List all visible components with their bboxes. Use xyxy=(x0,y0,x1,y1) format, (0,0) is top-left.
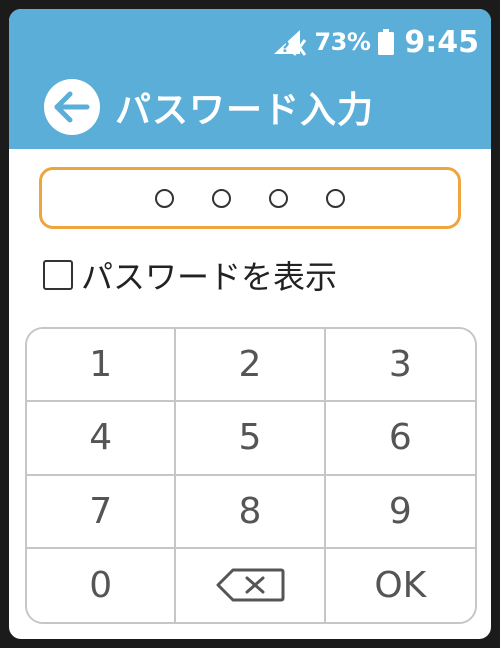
key-label: 8 xyxy=(238,490,262,532)
show-password-label: パスワードを表示 xyxy=(81,258,338,296)
password-mask-dot xyxy=(155,188,174,208)
svg-text:?: ? xyxy=(281,38,290,56)
password-mask-dot xyxy=(326,188,345,208)
key-label: 0 xyxy=(89,564,113,606)
password-mask-dot xyxy=(212,188,231,208)
key-3[interactable]: 3 xyxy=(325,329,475,403)
clock-time: 9:45 xyxy=(404,24,479,60)
battery-icon xyxy=(378,29,395,55)
backspace-key[interactable] xyxy=(176,548,326,622)
status-bar: ? 73% 9:45 xyxy=(272,24,479,60)
back-arrow-icon[interactable] xyxy=(43,78,101,136)
key-label: OK xyxy=(374,564,427,606)
battery-percent: 73% xyxy=(314,28,371,56)
key-2[interactable]: 2 xyxy=(176,329,326,403)
key-5[interactable]: 5 xyxy=(176,402,326,476)
key-6[interactable]: 6 xyxy=(325,402,475,476)
key-label: 1 xyxy=(89,344,113,386)
key-7[interactable]: 7 xyxy=(27,475,177,549)
key-4[interactable]: 4 xyxy=(27,402,177,476)
key-label: 3 xyxy=(388,344,412,386)
key-0[interactable]: 0 xyxy=(27,548,177,622)
key-label: 7 xyxy=(89,490,113,532)
key-label: 2 xyxy=(238,344,262,386)
backspace-icon xyxy=(216,568,285,602)
ok-key[interactable]: OK xyxy=(325,548,475,622)
device-screen: ? 73% 9:45 パスワード入力 パスワードを表示 1 2 3 4 5 6 7 8 9 0 OK xyxy=(9,9,491,639)
page-title: パスワード入力 xyxy=(115,90,375,131)
key-8[interactable]: 8 xyxy=(176,475,326,549)
key-label: 9 xyxy=(388,490,412,532)
password-mask-dot xyxy=(269,188,288,208)
header-bar: ? 73% 9:45 パスワード入力 xyxy=(9,9,491,149)
key-9[interactable]: 9 xyxy=(325,475,475,549)
key-label: 6 xyxy=(388,417,412,459)
show-password-checkbox[interactable] xyxy=(43,260,73,290)
show-password-toggle[interactable]: パスワードを表示 xyxy=(43,255,338,296)
no-signal-icon: ? xyxy=(274,30,307,56)
key-1[interactable]: 1 xyxy=(27,329,177,403)
key-label: 5 xyxy=(238,417,262,459)
title-bar: パスワード入力 xyxy=(43,77,374,137)
password-input[interactable] xyxy=(39,167,461,229)
numeric-keypad: 1 2 3 4 5 6 7 8 9 0 OK xyxy=(25,327,477,624)
key-label: 4 xyxy=(89,417,113,459)
